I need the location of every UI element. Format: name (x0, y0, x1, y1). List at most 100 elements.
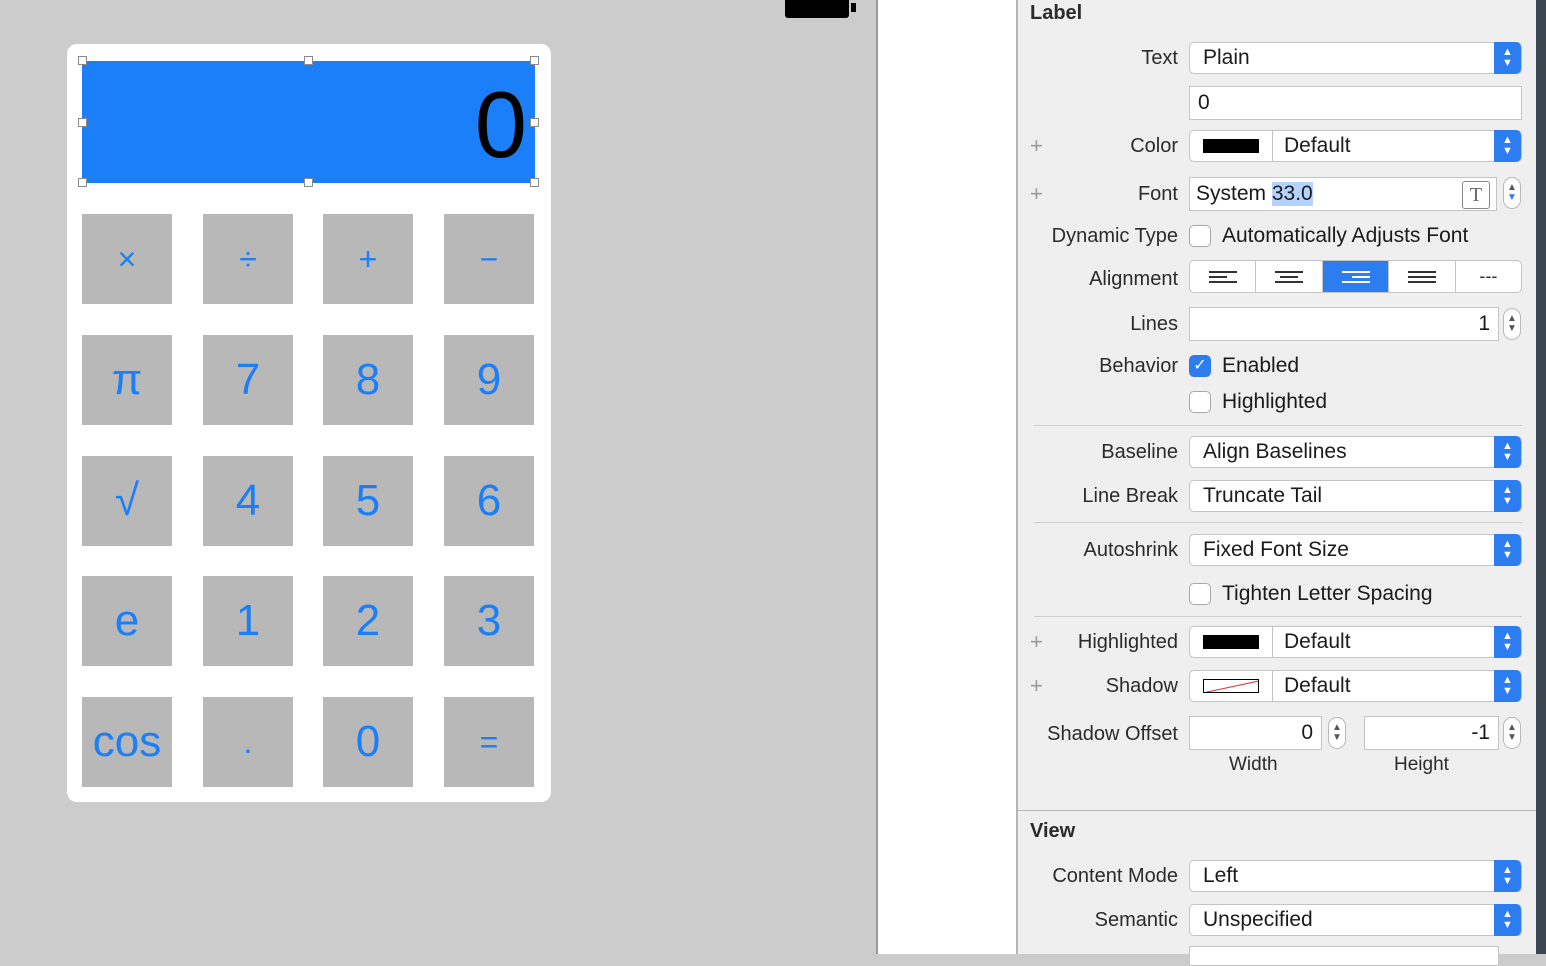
resize-handle[interactable] (78, 118, 87, 127)
color-swatch (1190, 627, 1273, 657)
decimal-button[interactable]: . (203, 697, 293, 787)
storyboard-canvas[interactable]: 0 × ÷ + − π 7 8 9 √ 4 5 6 e 1 2 3 cos . … (0, 0, 877, 954)
digit-4-button[interactable]: 4 (203, 456, 293, 546)
plus-button[interactable]: + (323, 214, 413, 304)
digit-5-button[interactable]: 5 (323, 456, 413, 546)
align-justified-icon[interactable] (1389, 261, 1456, 292)
shadow-width-stepper[interactable]: ▲ ▼ (1328, 717, 1346, 749)
font-label: Font (1137, 183, 1178, 205)
shadow-color-popup[interactable]: Default ▲ ▼ (1189, 670, 1522, 702)
add-variation-icon[interactable]: + (1030, 133, 1043, 159)
semantic-popup[interactable]: Unspecified ▲ ▼ (1189, 904, 1522, 936)
align-center-icon[interactable] (1256, 261, 1323, 292)
line-break-popup[interactable]: Truncate Tail ▲ ▼ (1189, 480, 1522, 512)
add-variation-icon[interactable]: + (1030, 181, 1043, 207)
align-right-icon[interactable] (1322, 261, 1390, 292)
add-variation-icon[interactable]: + (1030, 673, 1043, 699)
popup-arrows-icon: ▲ ▼ (1494, 860, 1521, 892)
color-swatch (1190, 131, 1273, 161)
alignment-segmented-control[interactable]: --- (1189, 260, 1522, 293)
attributes-inspector: Label Text Plain ▲ ▼ 0 + Color Default ▲ ▼… (1016, 0, 1536, 966)
popup-arrows-icon: ▲ ▼ (1494, 904, 1521, 936)
auto-adjust-font-label: Automatically Adjusts Font (1222, 224, 1469, 247)
divide-button[interactable]: ÷ (203, 214, 293, 304)
highlighted-color-popup[interactable]: Default ▲ ▼ (1189, 626, 1522, 658)
digit-9-button[interactable]: 9 (444, 335, 534, 425)
font-family: System (1196, 182, 1267, 205)
display-value: 0 (474, 72, 527, 177)
color-popup[interactable]: Default ▲ ▼ (1189, 130, 1522, 162)
autoshrink-popup[interactable]: Fixed Font Size ▲ ▼ (1189, 534, 1522, 566)
alignment-label: Alignment (1089, 268, 1178, 290)
resize-handle[interactable] (78, 56, 87, 65)
tighten-spacing-label: Tighten Letter Spacing (1222, 582, 1433, 605)
dynamic-type-label: Dynamic Type (1051, 225, 1178, 247)
tighten-spacing-checkbox[interactable] (1189, 583, 1211, 605)
separator (1034, 425, 1522, 426)
digit-6-button[interactable]: 6 (444, 456, 534, 546)
clear-color-swatch (1190, 671, 1273, 701)
behavior-label: Behavior (1099, 355, 1178, 377)
sqrt-button[interactable]: √ (82, 456, 172, 546)
next-field-partial[interactable] (1189, 946, 1499, 966)
content-mode-value: Left (1203, 864, 1239, 887)
width-caption: Width (1229, 754, 1278, 775)
lines-label: Lines (1130, 313, 1178, 335)
pi-button[interactable]: π (82, 335, 172, 425)
font-picker-icon[interactable]: T (1462, 181, 1490, 209)
add-variation-icon[interactable]: + (1030, 629, 1043, 655)
shadow-height-field[interactable]: -1 (1364, 716, 1499, 750)
highlighted-checkbox[interactable] (1189, 391, 1211, 413)
separator (1034, 616, 1522, 617)
autoshrink-label: Autoshrink (1083, 539, 1179, 561)
baseline-label: Baseline (1101, 441, 1178, 463)
digit-8-button[interactable]: 8 (323, 335, 413, 425)
resize-handle[interactable] (304, 178, 313, 187)
section-separator (1018, 810, 1536, 811)
digit-1-button[interactable]: 1 (203, 576, 293, 666)
desktop-background (1536, 0, 1546, 954)
digit-2-button[interactable]: 2 (323, 576, 413, 666)
auto-adjust-font-checkbox[interactable] (1189, 225, 1211, 247)
content-mode-label: Content Mode (1052, 865, 1178, 887)
digit-0-button[interactable]: 0 (323, 697, 413, 787)
popup-arrows-icon: ▲ ▼ (1494, 436, 1521, 468)
semantic-label: Semantic (1094, 909, 1178, 931)
resize-handle[interactable] (530, 56, 539, 65)
enabled-checkbox[interactable]: ✓ (1189, 355, 1211, 377)
baseline-popup[interactable]: Align Baselines ▲ ▼ (1189, 436, 1522, 468)
shadow-color-value: Default (1284, 674, 1351, 697)
highlighted-color-value: Default (1284, 630, 1351, 653)
e-button[interactable]: e (82, 576, 172, 666)
resize-handle[interactable] (530, 118, 539, 127)
text-type-popup[interactable]: Plain ▲ ▼ (1189, 42, 1522, 74)
separator (1034, 522, 1522, 523)
align-natural-icon[interactable]: --- (1456, 261, 1521, 292)
lines-stepper[interactable]: ▲ ▼ (1503, 308, 1521, 340)
text-value-field[interactable]: 0 (1189, 86, 1522, 120)
popup-arrows-icon: ▲ ▼ (1494, 42, 1521, 74)
popup-arrows-icon: ▲ ▼ (1494, 130, 1521, 162)
shadow-height-stepper[interactable]: ▲ ▼ (1503, 717, 1521, 749)
enabled-label: Enabled (1222, 354, 1300, 377)
font-size-stepper[interactable]: ▲ ▼ (1503, 177, 1521, 209)
resize-handle[interactable] (530, 178, 539, 187)
shadow-width-field[interactable]: 0 (1189, 716, 1322, 750)
align-left-icon[interactable] (1190, 261, 1257, 292)
baseline-value: Align Baselines (1203, 440, 1347, 463)
resize-handle[interactable] (78, 178, 87, 187)
resize-handle[interactable] (304, 56, 313, 65)
digit-3-button[interactable]: 3 (444, 576, 534, 666)
label-section-title: Label (1030, 2, 1083, 24)
digit-7-button[interactable]: 7 (203, 335, 293, 425)
font-field[interactable]: System 33.0 T (1189, 177, 1497, 211)
display-label[interactable]: 0 (82, 61, 535, 183)
autoshrink-value: Fixed Font Size (1203, 538, 1349, 561)
minus-button[interactable]: − (444, 214, 534, 304)
content-mode-popup[interactable]: Left ▲ ▼ (1189, 860, 1522, 892)
equals-button[interactable]: = (444, 697, 534, 787)
lines-field[interactable]: 1 (1189, 307, 1499, 341)
cos-button[interactable]: cos (82, 697, 172, 787)
popup-arrows-icon: ▲ ▼ (1494, 626, 1521, 658)
multiply-button[interactable]: × (82, 214, 172, 304)
